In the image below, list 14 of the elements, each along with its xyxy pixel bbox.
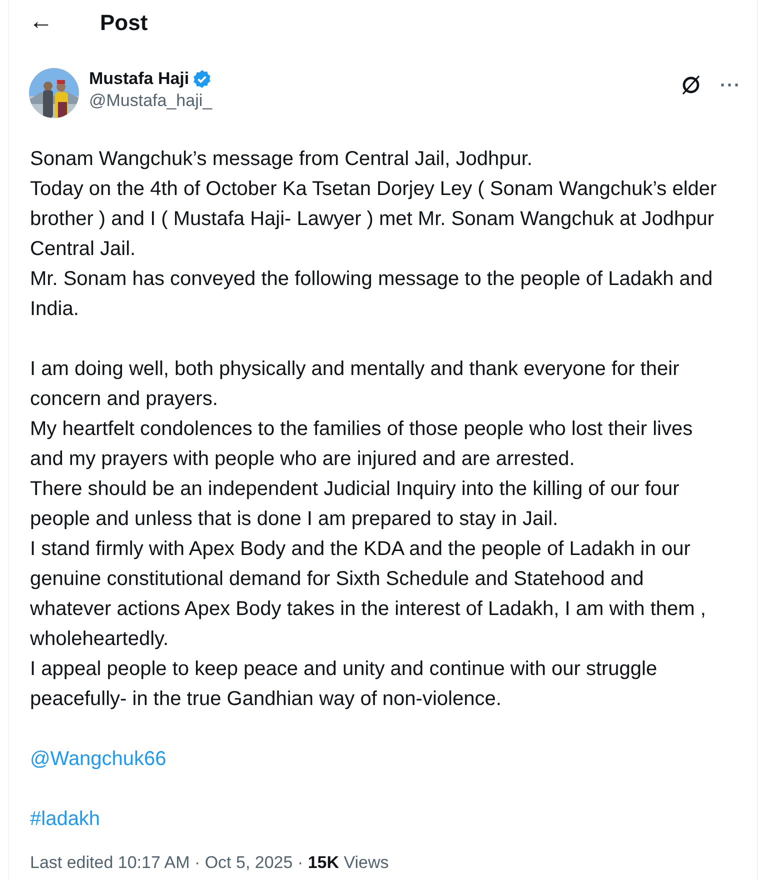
post-meta: Last edited 10:17 AM · Oct 5, 2025 · 15K Views [29,852,390,874]
post-text: Today on the 4th of October Ka Tsetan Dorjey Ley ( Sonam Wangchuk’s elder brother ) and I ( Mustafa Haji- Lawyer ) met Mr. Sonam Wangchuk at Jodhpur Central Jail. [30,177,718,262]
post-text: Sonam Wangchuk’s message from Central Jail, Jodhpur. [30,147,534,172]
author-name[interactable]: Mustafa Haji [89,68,190,90]
author-handle[interactable]: @Mustafa_haji_ [89,90,212,112]
post-text: I am doing well, both physically and mentally and thank everyone for their concern and prayers. [30,357,680,412]
post-text: Mr. Sonam has conveyed the following message to the people of Ladakh and India. [30,267,714,322]
page-title: Post [100,8,148,36]
post-text: I appeal people to keep peace and unity and continue with our struggle peacefully- in the true Gandhian way of non-violence. [30,657,658,712]
post-text: There should be an independent Judicial Inquiry into the killing of our four people and unless that is done I am prepared to stay in Jail. [30,477,680,532]
back-button[interactable]: ← [29,10,57,34]
post-text: My heartfelt condolences to the families of those people who lost their lives and my prayers with people who are injured and are arrested. [30,417,694,472]
more-button[interactable]: ··· [720,76,741,94]
post-text: I stand firmly with Apex Body and the KDA and the people of Ladakh in our genuine constitutional demand for Sixth Schedule and Statehood and whatever actions Apex Body takes in the interest of Ladakh, I am with them , wholeheartedly. [30,537,707,652]
